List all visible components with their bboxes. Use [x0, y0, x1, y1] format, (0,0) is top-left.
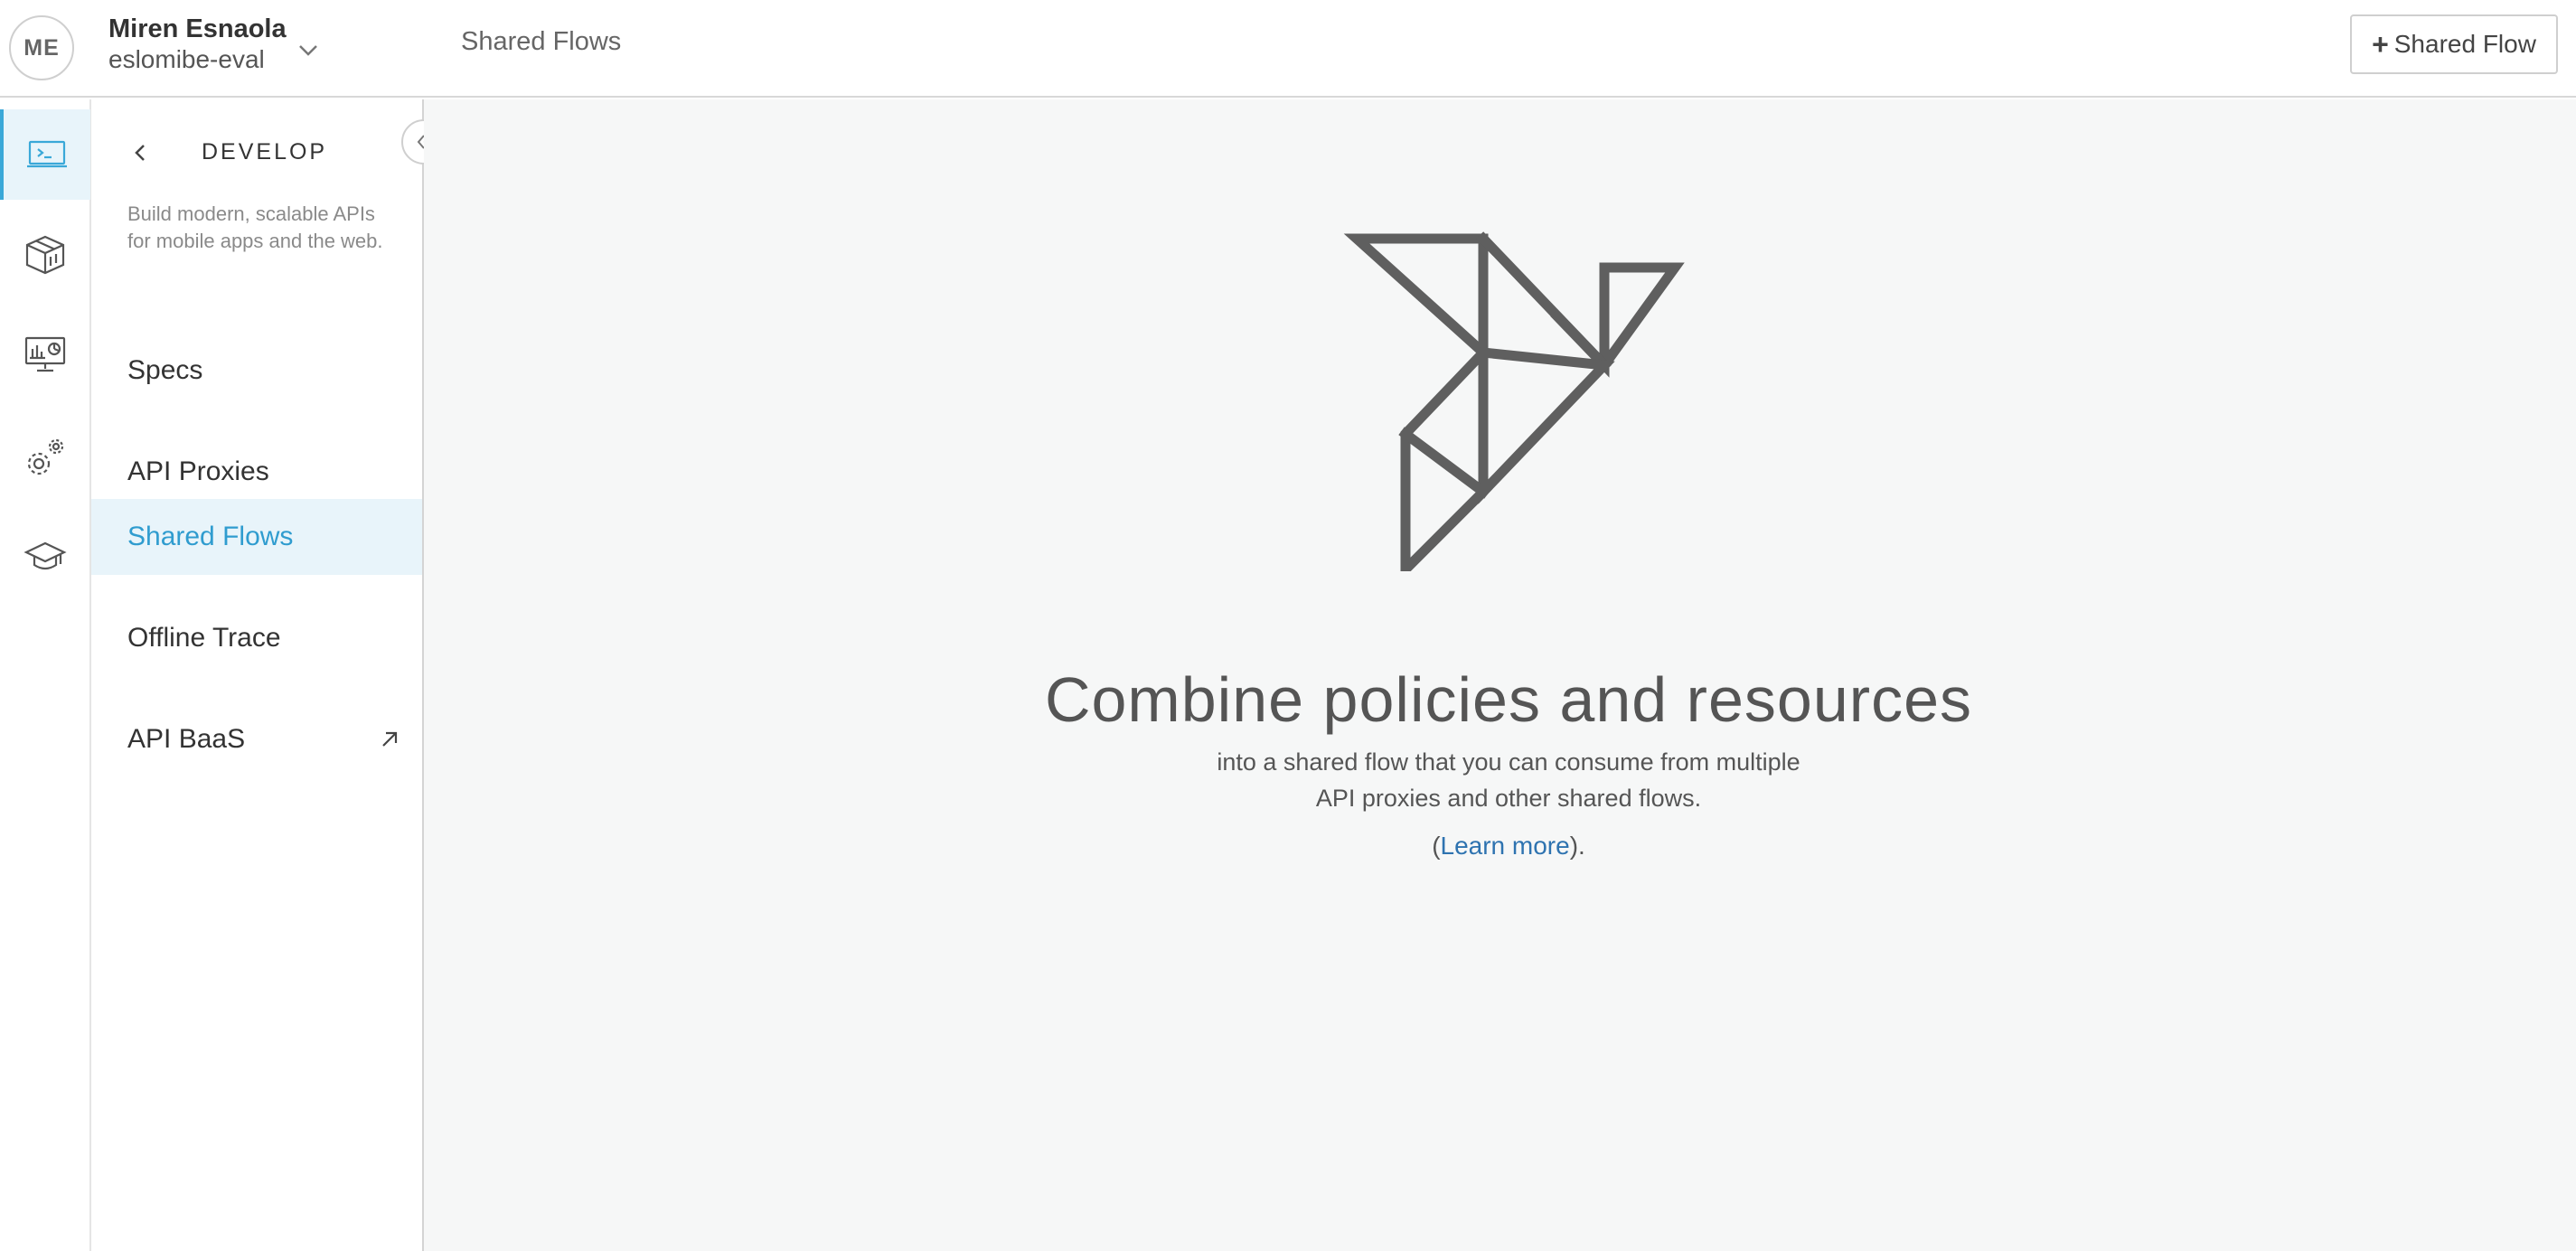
- chevron-down-icon[interactable]: [295, 40, 322, 61]
- rail-item-admin[interactable]: [0, 412, 90, 503]
- admin-gears-icon: [27, 438, 64, 475]
- empty-state-title: Combine policies and resources: [1044, 664, 1973, 735]
- rail-item-learn[interactable]: [0, 512, 90, 602]
- breadcrumb: Shared Flows: [461, 27, 622, 56]
- add-shared-flow-label: Shared Flow: [2393, 30, 2536, 58]
- learn-graduation-cap-icon: [24, 541, 67, 570]
- publish-box-icon: [25, 235, 65, 275]
- plus-icon: +: [2372, 28, 2389, 61]
- chevron-left-icon[interactable]: [129, 139, 151, 166]
- main-content: Combine policies and resources into a sh…: [424, 99, 2576, 1251]
- user-name: Miren Esnaola: [108, 14, 287, 43]
- nav-item-api-baas[interactable]: API BaaS: [91, 701, 422, 777]
- panel-description: Build modern, scalable APIs for mobile a…: [127, 202, 383, 252]
- avatar-initials: ME: [24, 34, 60, 61]
- panel-title: DEVELOP: [202, 139, 328, 165]
- rail-item-analyze[interactable]: [0, 309, 90, 400]
- learn-more-link[interactable]: Learn more: [1441, 832, 1570, 860]
- analyze-monitor-icon: [24, 336, 66, 372]
- empty-state-subtitle-line-2: API proxies and other shared flows.: [1315, 785, 1702, 812]
- rail-item-publish[interactable]: [0, 210, 90, 300]
- learn-more-suffix: ).: [1569, 832, 1585, 860]
- empty-state-subtitle-line-1: into a shared flow that you can consume …: [1217, 748, 1800, 776]
- add-shared-flow-button[interactable]: + Shared Flow: [2350, 14, 2558, 74]
- develop-laptop-icon: [27, 140, 67, 168]
- develop-panel: DEVELOP Build modern, scalable APIs for …: [91, 99, 424, 1251]
- learn-more-prefix: (: [1432, 832, 1441, 860]
- nav-item-offline-trace[interactable]: Offline Trace: [91, 600, 422, 676]
- org-name[interactable]: eslomibe-eval: [108, 45, 265, 74]
- top-header: ME Miren Esnaola eslomibe-eval Shared Fl…: [0, 0, 2576, 98]
- user-avatar[interactable]: ME: [9, 15, 74, 80]
- nav-item-label: API BaaS: [127, 724, 246, 754]
- origami-bird-icon: [1343, 231, 1685, 571]
- rail-item-develop[interactable]: [0, 109, 90, 200]
- nav-item-shared-flows[interactable]: Shared Flows: [91, 499, 422, 575]
- nav-item-specs[interactable]: Specs: [91, 333, 422, 409]
- nav-item-label: Specs: [127, 355, 203, 385]
- learn-more-line: (Learn more).: [424, 832, 2576, 861]
- external-link-icon: [382, 731, 398, 747]
- nav-rail: [0, 99, 91, 1251]
- nav-item-label: Shared Flows: [127, 522, 294, 551]
- nav-item-label: API Proxies: [127, 456, 269, 486]
- nav-item-label: Offline Trace: [127, 623, 281, 653]
